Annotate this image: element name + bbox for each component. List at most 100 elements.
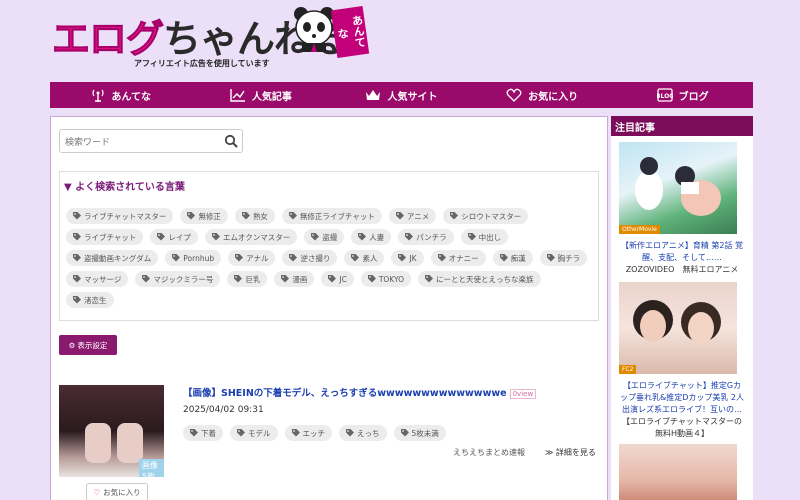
tag-chip[interactable]: 5枚未満 xyxy=(393,425,446,441)
tag-icon xyxy=(358,233,367,241)
tag-chip[interactable]: アニメ xyxy=(388,208,437,224)
article-detail-link[interactable]: ≫ 詳細を見る xyxy=(545,447,596,458)
tag-chip[interactable]: マジックミラー号 xyxy=(135,271,221,287)
affiliate-notice: アフィリエイト広告を使用しています xyxy=(134,59,270,68)
tag-chip[interactable]: にーとと天使とえっちな楽族 xyxy=(418,271,541,287)
tag-chip[interactable]: アナル xyxy=(228,250,276,266)
nav-item-popular-sites[interactable]: 人気サイト xyxy=(331,82,472,108)
tag-chip[interactable]: レイプ xyxy=(150,229,198,245)
tag-icon xyxy=(73,212,81,220)
featured-article[interactable] xyxy=(619,444,745,500)
tag-chip[interactable]: 漫画 xyxy=(274,271,315,287)
search-icon[interactable] xyxy=(224,134,238,148)
tag-chip[interactable]: JC xyxy=(321,271,354,287)
tag-chip[interactable]: TOKYO xyxy=(360,271,412,287)
article-source-link[interactable]: えちえちまとめ速報 xyxy=(453,447,525,458)
tag-chip[interactable]: Pornhub xyxy=(165,250,222,266)
tag-chip[interactable]: えっち xyxy=(339,425,387,441)
tag-chip[interactable]: 無修正 xyxy=(180,208,228,224)
tag-label: 下着 xyxy=(201,428,216,438)
view-count-badge: 0view xyxy=(509,389,537,399)
article-thumbnail[interactable]: 画像5枚 xyxy=(59,385,164,477)
tag-label: にーとと天使とえっちな楽族 xyxy=(436,274,534,284)
tag-label: 熟女 xyxy=(252,211,268,221)
tag-chip[interactable]: モデル xyxy=(230,425,278,441)
tag-label: 盗撮動画キングダム xyxy=(84,253,152,263)
main-nav: あんてな 人気記事 人気サイト お気に入り BLOG ブログ xyxy=(50,82,753,108)
popular-searches: ▼ よく検索されている言葉 ライブチャットマスター 無修正 熟女 無修正ライブチャット… xyxy=(59,171,599,321)
tag-chip[interactable]: 痴漢 xyxy=(492,250,533,266)
photo-illustration-icon xyxy=(633,300,721,344)
article-title[interactable]: 【画像】SHEINの下着モデル、えっちすぎるwwwwwwwwwwwwwwe 0vi… xyxy=(183,385,537,399)
tag-icon xyxy=(190,429,198,437)
tag-chip[interactable]: 下着 xyxy=(183,425,223,441)
tag-icon xyxy=(73,254,81,262)
search-input[interactable] xyxy=(60,132,210,154)
tag-label: TOKYO xyxy=(378,274,405,284)
tag-label: 逆さ撮り xyxy=(300,253,331,263)
featured-article-text[interactable]: 【新作エロアニメ】育精 第2話 覚醒、支配、そして…… ZOZOVIDEO 無料… xyxy=(619,240,745,276)
tag-chip[interactable]: 盗撮 xyxy=(304,229,345,245)
tag-label: JC xyxy=(339,274,347,284)
featured-article[interactable]: FC2 【エロライブチャット】推定Gカップ垂れ乳&推定Dカップ美乳 2人出演レズ… xyxy=(619,282,745,440)
tag-chip[interactable]: エムオクンマスター xyxy=(204,229,298,245)
tag-chip[interactable]: 盗撮動画キングダム xyxy=(66,250,159,266)
tag-label: パンチラ xyxy=(416,232,447,242)
tag-label: アニメ xyxy=(406,211,430,221)
panda-mascot-icon xyxy=(294,7,334,52)
tag-chip[interactable]: シロウトマスター xyxy=(443,208,529,224)
tag-label: 素人 xyxy=(362,253,378,263)
tag-label: シロウトマスター xyxy=(461,211,522,221)
nav-item-favorites[interactable]: お気に入り xyxy=(472,82,613,108)
tag-chip[interactable]: 無修正ライブチャット xyxy=(281,208,382,224)
crown-icon xyxy=(366,90,381,100)
heart-icon xyxy=(506,88,522,102)
tag-chip[interactable]: ライブチャットマスター xyxy=(66,208,174,224)
tag-icon xyxy=(367,275,376,283)
tag-icon xyxy=(241,212,250,220)
display-settings-label: 表示設定 xyxy=(77,340,108,350)
add-favorite-button[interactable]: ♡ お気に入り xyxy=(86,483,148,500)
tag-chip[interactable]: 中出し xyxy=(460,229,509,245)
tag-label: 無修正ライブチャット xyxy=(299,211,375,221)
tag-label: えっち xyxy=(357,428,380,438)
tag-chip[interactable]: マッサージ xyxy=(66,271,129,287)
nav-label: ブログ xyxy=(678,91,709,103)
tag-icon xyxy=(172,254,181,262)
tag-chip[interactable]: 逆さ撮り xyxy=(282,250,338,266)
nav-item-popular-articles[interactable]: 人気記事 xyxy=(191,82,332,108)
tag-chip[interactable]: 人妻 xyxy=(351,229,392,245)
display-settings-button[interactable]: ⚙ 表示設定 xyxy=(59,335,117,355)
tag-chip[interactable]: 熟女 xyxy=(234,208,275,224)
tag-icon xyxy=(499,254,508,262)
tag-icon xyxy=(235,254,244,262)
tag-icon xyxy=(425,275,434,283)
nav-item-antenna[interactable]: あんてな xyxy=(50,82,191,108)
featured-article-text[interactable]: 【エロライブチャット】推定Gカップ垂れ乳&推定Dカップ美乳 2人出演レズ系エロラ… xyxy=(619,380,745,440)
tag-label: アナル xyxy=(246,253,269,263)
tag-label: JK xyxy=(409,253,417,263)
tag-chip[interactable]: ライブチャット xyxy=(66,229,144,245)
tag-label: ライブチャットマスター xyxy=(84,211,167,221)
tag-chip[interactable]: オナニー xyxy=(430,250,486,266)
tag-chip[interactable]: 巨乳 xyxy=(227,271,268,287)
featured-article[interactable]: OtherMovie 【新作エロアニメ】育精 第2話 覚醒、支配、そして…… Z… xyxy=(619,142,745,276)
tag-icon xyxy=(311,233,320,241)
tag-chip[interactable]: 素人 xyxy=(344,250,385,266)
tag-label: 5枚未満 xyxy=(411,428,439,438)
nav-item-blog[interactable]: BLOG ブログ xyxy=(612,82,753,108)
featured-thumbnail[interactable] xyxy=(619,444,737,500)
article-item: 画像5枚 【画像】SHEINの下着モデル、えっちすぎるwwwwwwwwwwwww… xyxy=(59,385,599,500)
tag-chip[interactable]: エッチ xyxy=(284,425,332,441)
tag-icon xyxy=(142,275,151,283)
featured-thumbnail[interactable]: FC2 xyxy=(619,282,737,374)
tag-chip[interactable]: 渚恋生 xyxy=(66,292,114,308)
tag-chip[interactable]: パンチラ xyxy=(398,229,454,245)
nav-label: お気に入り xyxy=(528,91,579,103)
tag-icon xyxy=(73,233,81,241)
tag-icon xyxy=(281,275,290,283)
site-logo[interactable]: エログちゃんねる あんてな xyxy=(51,6,370,66)
tag-chip[interactable]: 胸チラ xyxy=(539,250,588,266)
tag-chip[interactable]: JK xyxy=(391,250,424,266)
featured-thumbnail[interactable]: OtherMovie xyxy=(619,142,737,234)
